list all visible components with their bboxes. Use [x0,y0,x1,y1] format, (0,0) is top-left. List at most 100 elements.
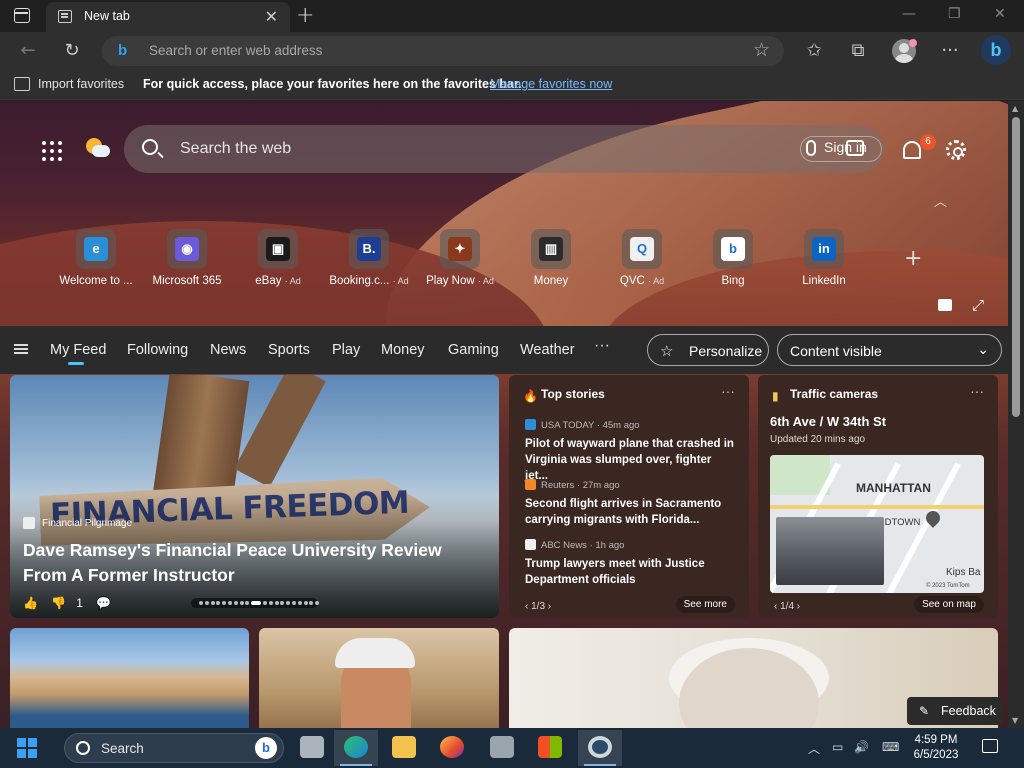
carousel-dot[interactable] [210,601,215,605]
edit-background-icon[interactable] [938,299,952,311]
carousel-dot[interactable] [233,601,238,605]
favorites-icon[interactable]: ✩ [800,38,828,64]
mail-icon[interactable] [480,730,524,766]
comment-icon[interactable]: 💬 [96,596,111,610]
quick-link[interactable]: b Bing [687,229,779,287]
apps-launcher-icon[interactable] [42,141,62,161]
hero-title[interactable]: Dave Ramsey's Financial Peace University… [23,538,483,588]
collections-icon[interactable]: ⧉ [844,38,872,64]
weather-icon[interactable] [86,138,110,160]
see-more-button[interactable]: See more [675,596,735,613]
firefox-icon[interactable] [430,730,474,766]
import-favorites-button[interactable]: Import favorites [38,77,124,91]
traffic-map[interactable]: MANHATTAN IDTOWN Kips Ba © 2023 TomTom [770,455,984,593]
quick-link[interactable]: in LinkedIn [778,229,870,287]
task-view-icon[interactable] [290,730,334,766]
microsoft-store-icon[interactable] [528,730,572,766]
taskbar-search-box[interactable]: Search b [64,733,284,763]
article-thumbnail-boxes[interactable] [259,628,499,728]
tab-gaming[interactable]: Gaming [448,342,499,358]
quick-link[interactable]: ✦ Play Now · Ad [414,229,506,287]
visual-search-icon[interactable] [846,140,864,156]
expand-icon[interactable]: ⤢ [972,296,984,314]
carousel-dot[interactable] [297,601,302,605]
carousel-dot[interactable] [204,601,209,605]
show-hidden-icons[interactable]: ︿ [808,740,820,757]
carousel-dot[interactable] [228,601,232,605]
carousel-dot[interactable] [239,601,244,605]
story-item[interactable]: Reuters · 27m ago Second flight arrives i… [525,479,737,528]
carousel-dot[interactable] [199,601,203,605]
quick-link[interactable]: B. Booking.c... · Ad [323,229,415,287]
collapse-quicklinks-icon[interactable]: ︿ [934,191,947,210]
quick-link[interactable]: e Welcome to ... [50,229,142,287]
manage-favorites-link[interactable]: Manage favorites now [490,77,612,91]
minimize-button[interactable]: — [902,6,916,22]
card-more-icon[interactable]: ··· [721,383,735,399]
file-explorer-icon[interactable] [382,730,426,766]
edge-taskbar-icon[interactable] [334,730,378,766]
carousel-dot[interactable] [216,601,221,605]
favorite-star-icon[interactable]: ☆ [753,39,770,61]
traffic-camera-image[interactable] [776,517,884,585]
traffic-pager[interactable]: ‹ 1/4 › [774,601,800,612]
refresh-button[interactable]: ↻ [58,38,86,64]
see-on-map-button[interactable]: See on map [914,596,984,613]
volume-icon[interactable]: 🔊 [854,740,869,754]
keyboard-icon[interactable]: ⌨ [882,740,899,754]
web-search-box[interactable]: Search the web Sign in [124,125,884,173]
hero-article-card[interactable]: FINANCIAL FREEDOM Financial Pilgrimage D… [10,375,499,618]
top-stories-pager[interactable]: ‹ 1/3 › [525,601,551,612]
dislike-icon[interactable]: 👎 [51,596,66,610]
tab-close-icon[interactable]: ✕ [265,7,278,26]
settings-taskbar-icon[interactable] [578,730,622,766]
like-icon[interactable]: 👍 [23,596,38,610]
close-window-button[interactable]: ✕ [994,6,1006,22]
card-more-icon[interactable]: ··· [970,383,984,399]
content-visibility-dropdown[interactable]: Content visible ⌄ [777,334,1002,366]
add-quick-link-button[interactable]: + [904,246,922,271]
tab-play[interactable]: Play [332,342,360,358]
tab-new-tab[interactable]: New tab ✕ [46,2,290,32]
menu-icon[interactable] [14,344,28,346]
tab-sports[interactable]: Sports [268,342,310,358]
more-icon[interactable]: ··· [936,38,964,64]
tab-weather[interactable]: Weather [520,342,575,358]
page-scrollbar[interactable]: ▲ ▼ [1008,101,1024,728]
carousel-dot[interactable] [222,601,227,605]
carousel-dots[interactable] [191,598,320,608]
feedback-button[interactable]: ✎ Feedback [907,697,1002,725]
carousel-dot[interactable] [303,601,308,605]
tab-following[interactable]: Following [127,342,188,358]
article-thumbnail-lake[interactable] [10,628,249,728]
back-button[interactable]: ← [14,38,42,64]
web-search-input[interactable]: Search the web [180,140,291,158]
tab-actions-icon[interactable] [14,8,30,23]
carousel-dot[interactable] [286,601,291,605]
carousel-dot[interactable] [292,601,296,605]
carousel-dot[interactable] [309,601,314,605]
tab-news[interactable]: News [210,342,246,358]
network-icon[interactable]: ▭ [832,740,843,754]
tab-money[interactable]: Money [381,342,425,358]
address-bar[interactable]: b Search or enter web address ☆ [102,36,784,66]
restore-button[interactable]: ❐ [948,6,961,22]
carousel-dot[interactable] [251,601,262,605]
quick-link[interactable]: Q QVC · Ad [596,229,688,287]
quick-link[interactable]: ▥ Money [505,229,597,287]
tab-my-feed[interactable]: My Feed [50,342,106,358]
quick-link[interactable]: ▣ eBay · Ad [232,229,324,287]
notification-center-icon[interactable] [982,739,998,753]
settings-gear-icon[interactable] [946,140,966,160]
carousel-dot[interactable] [274,601,279,605]
carousel-dot[interactable] [245,601,250,605]
new-tab-button[interactable]: + [296,3,314,28]
clock[interactable]: 4:59 PM 6/5/2023 [906,733,966,763]
notifications-bell-icon[interactable] [903,141,921,159]
scroll-thumb[interactable] [1012,117,1020,417]
scroll-down-icon[interactable]: ▼ [1012,716,1018,725]
story-item[interactable]: ABC News · 1h ago Trump lawyers meet with… [525,539,737,588]
address-input[interactable]: Search or enter web address [149,43,322,58]
windows-start-icon[interactable] [17,738,37,758]
copilot-button[interactable]: b [981,35,1011,65]
